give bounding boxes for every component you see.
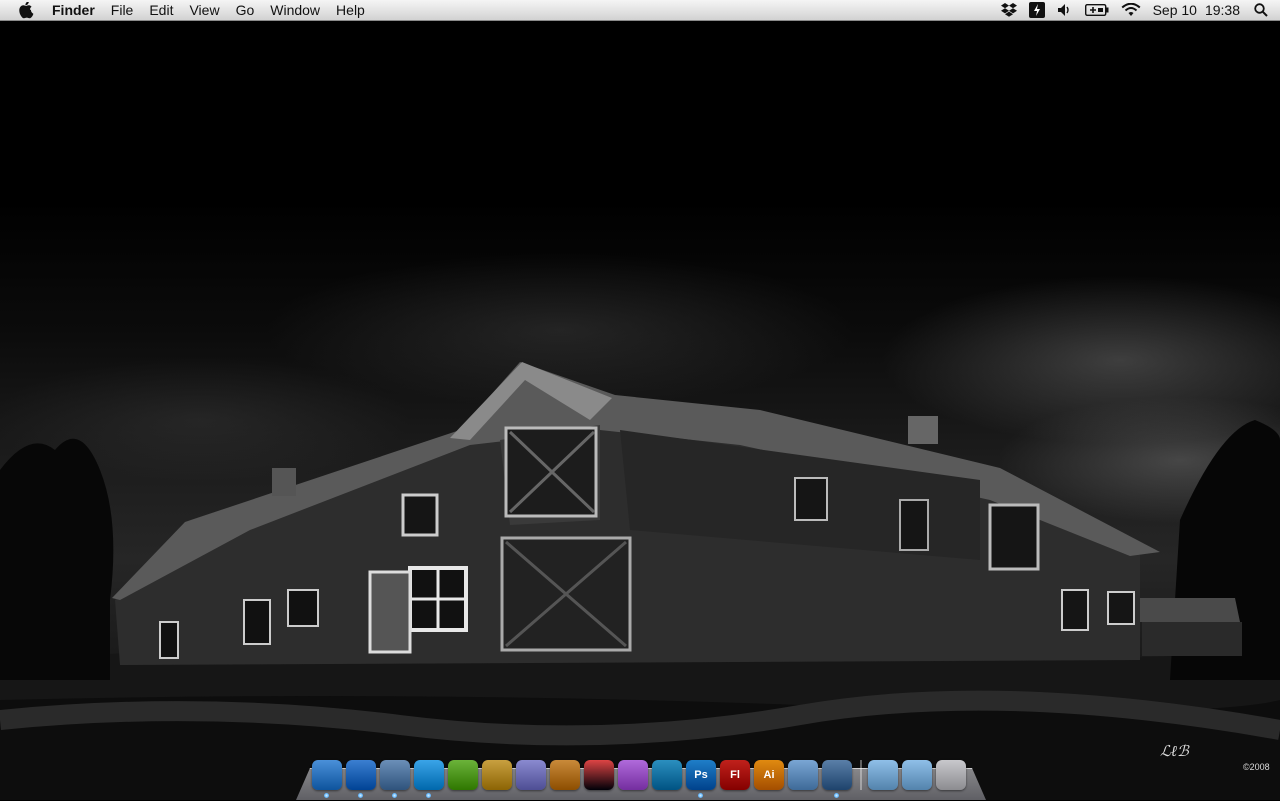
downloads-folder-icon[interactable] bbox=[868, 760, 898, 790]
transmit-truck-icon[interactable] bbox=[516, 760, 546, 790]
ellipsis-icon[interactable] bbox=[788, 760, 818, 790]
box-icon[interactable] bbox=[652, 760, 682, 790]
menu-window[interactable]: Window bbox=[262, 0, 328, 21]
flash-icon[interactable]: Fl bbox=[720, 760, 750, 790]
photoshop-icon[interactable]: Ps bbox=[686, 760, 716, 798]
clock-time: 19:38 bbox=[1204, 1, 1240, 18]
preview-icon[interactable] bbox=[822, 760, 852, 798]
mail-stamp-icon[interactable] bbox=[380, 760, 410, 798]
reeder-icon[interactable] bbox=[482, 760, 512, 790]
itunes-icon[interactable] bbox=[414, 760, 444, 798]
spotify-icon[interactable] bbox=[448, 760, 478, 790]
dock-items: Ps Fl Ai bbox=[312, 754, 970, 798]
photographer-signature: ℒℓℬ bbox=[1160, 744, 1189, 760]
dock-item-label: Ps bbox=[694, 769, 708, 781]
applications-folder-icon[interactable] bbox=[902, 760, 932, 790]
menu-clock[interactable]: Sep 10 19:38 bbox=[1147, 0, 1246, 21]
dropbox-icon[interactable] bbox=[995, 0, 1023, 21]
coffee-cup-icon[interactable] bbox=[550, 760, 580, 790]
apple-logo-icon bbox=[19, 1, 34, 18]
imac-icon[interactable] bbox=[618, 760, 648, 790]
volume-icon[interactable] bbox=[1051, 0, 1079, 21]
battery-icon[interactable] bbox=[1079, 0, 1115, 21]
menu-edit[interactable]: Edit bbox=[141, 0, 181, 21]
running-indicator bbox=[324, 793, 329, 798]
trash-icon[interactable] bbox=[936, 760, 966, 790]
running-indicator bbox=[392, 793, 397, 798]
status-area: Sep 10 19:38 bbox=[995, 0, 1280, 21]
clock-date: Sep 10 bbox=[1152, 1, 1197, 18]
menu-bar: Finder File Edit View Go Window Help Sep… bbox=[0, 0, 1280, 21]
battery-app-icon[interactable] bbox=[1023, 0, 1051, 21]
apple-menu[interactable] bbox=[0, 0, 44, 21]
copyright-year: ©2008 bbox=[1243, 762, 1270, 772]
app-menu-finder[interactable]: Finder bbox=[44, 0, 103, 21]
dock: Ps Fl Ai bbox=[296, 754, 986, 800]
running-indicator bbox=[834, 793, 839, 798]
running-indicator bbox=[358, 793, 363, 798]
desktop-wallpaper bbox=[0, 0, 1280, 800]
illustrator-icon[interactable]: Ai bbox=[754, 760, 784, 790]
dock-separator bbox=[860, 760, 862, 790]
wifi-icon[interactable] bbox=[1115, 0, 1147, 21]
safari-icon[interactable] bbox=[346, 760, 376, 798]
menu-view[interactable]: View bbox=[181, 0, 227, 21]
running-indicator bbox=[698, 793, 703, 798]
dock-item-label: Ai bbox=[763, 769, 775, 781]
menu-help[interactable]: Help bbox=[328, 0, 373, 21]
abandoned-house-photo bbox=[0, 362, 1280, 800]
finder-icon[interactable] bbox=[312, 760, 342, 798]
menu-go[interactable]: Go bbox=[228, 0, 263, 21]
cssedit-icon[interactable] bbox=[584, 760, 614, 790]
menu-file[interactable]: File bbox=[103, 0, 142, 21]
search-icon[interactable] bbox=[1246, 0, 1280, 21]
dock-item-label: Fl bbox=[730, 769, 740, 781]
running-indicator bbox=[426, 793, 431, 798]
